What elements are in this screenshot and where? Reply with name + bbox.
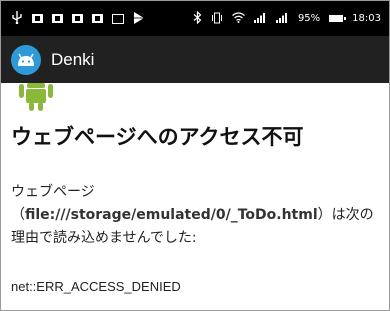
usb-icon xyxy=(11,11,23,26)
android-mascot-icon xyxy=(19,83,53,115)
notification-icons xyxy=(11,11,144,26)
app-notification-icon xyxy=(32,14,43,23)
wifi-icon xyxy=(232,12,245,25)
message-line1: ウェブページ xyxy=(11,184,95,200)
battery-percentage: 95% xyxy=(297,13,321,24)
status-bar: 95% 18:03 xyxy=(1,1,389,36)
signal-icon-2 xyxy=(275,12,289,25)
image-notification-icon xyxy=(112,13,124,24)
vibrate-icon xyxy=(211,12,223,26)
signal-icon xyxy=(253,12,267,25)
system-icons: 95% 18:03 xyxy=(193,10,381,26)
error-message: ウェブページ （file:///storage/emulated/0/_ToDo… xyxy=(11,181,381,250)
file-url: file:///storage/emulated/0/_ToDo.html xyxy=(25,207,318,223)
app-notification-icon xyxy=(92,14,103,23)
app-title: Denki xyxy=(51,49,95,69)
status-clock: 18:03 xyxy=(352,13,381,24)
bluetooth-icon xyxy=(193,10,202,26)
app-notification-icon xyxy=(52,14,63,23)
app-notification-icon xyxy=(72,14,83,23)
page-title: ウェブページへのアクセス不可 xyxy=(11,125,304,149)
battery-icon xyxy=(329,15,347,22)
message-url-prefix: （ xyxy=(11,207,25,223)
error-page: ウェブページへのアクセス不可 ウェブページ （file:///storage/e… xyxy=(1,83,389,310)
error-code: net::ERR_ACCESS_DENIED xyxy=(11,279,181,294)
screen-frame: 95% 18:03 Denki ウェブページへのアクセス不可 ウェブページ （f… xyxy=(0,0,390,311)
app-bar: Denki xyxy=(1,36,389,83)
play-store-icon xyxy=(133,11,144,26)
android-robot-icon[interactable] xyxy=(11,44,41,75)
